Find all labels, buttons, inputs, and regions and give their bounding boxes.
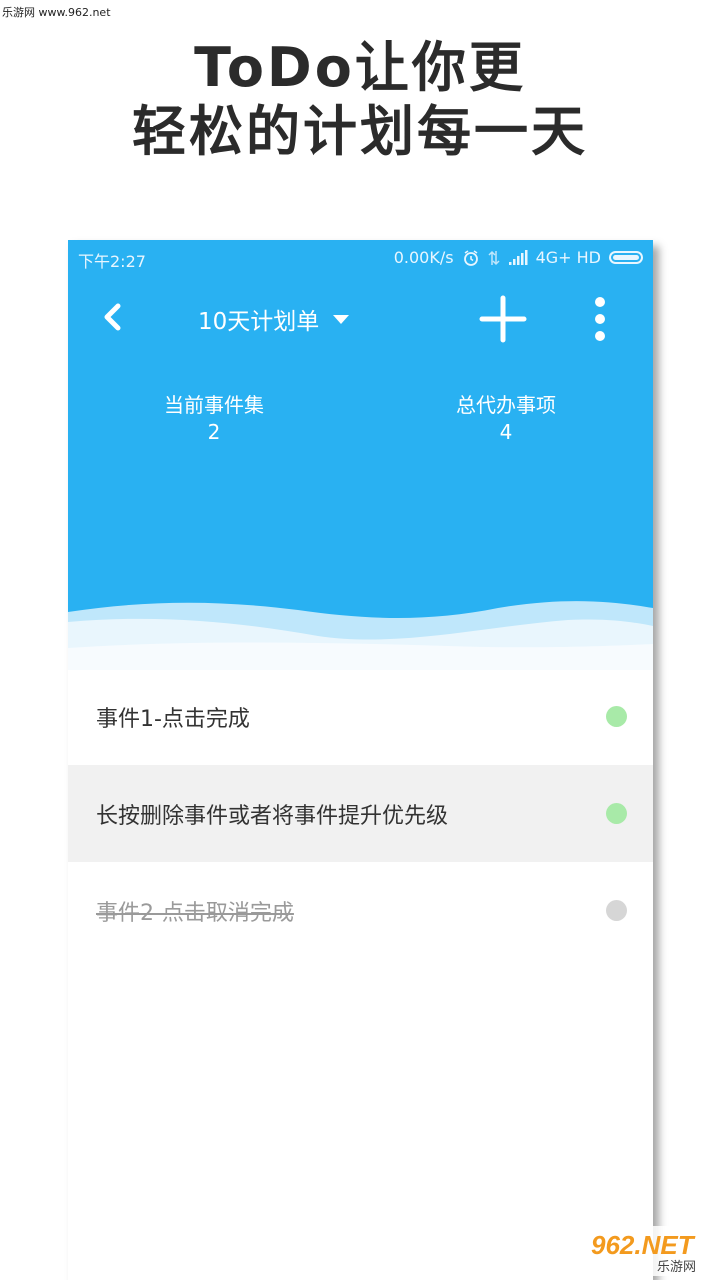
chevron-down-icon [333,314,350,324]
watermark-logo-text: 962.NET [591,1230,696,1260]
toolbar-title: 10天计划单 [198,309,320,335]
stat-label: 总代办事项 [456,393,556,417]
list-selector-dropdown[interactable]: 10天计划单 [198,302,350,336]
alarm-icon [463,249,478,266]
task-label: 事件1-点击完成 [96,706,250,732]
more-options-button[interactable] [588,294,612,344]
task-row[interactable]: 长按删除事件或者将事件提升优先级 [68,765,653,862]
watermark-logo: 962.NET 乐游网 [583,1226,715,1276]
network-type: 4G+ HD [535,248,601,267]
status-indicators: 0.00K/s 4G+ HD [394,248,643,267]
add-button[interactable] [478,294,528,344]
task-row[interactable]: 事件1-点击完成 [68,668,653,765]
stat-label: 当前事件集 [164,393,264,417]
status-bar: 下午2:27 0.00K/s 4G+ HD [68,240,653,274]
signal-icon [508,249,528,265]
headline-line-1: ToDo让你更 [194,36,526,99]
stat-current-sets: 当前事件集 2 [114,392,314,446]
watermark-text: 乐游网 www.962.net [2,6,111,19]
stat-total-todos: 总代办事项 4 [406,392,606,446]
stat-value: 4 [499,420,513,444]
status-dot-icon[interactable] [606,900,627,921]
phone-screen: 下午2:27 0.00K/s 4G+ HD 10天计划单 当前事件集 2 总代办… [68,240,653,1280]
task-label: 事件2-点击取消完成 [96,900,294,926]
status-time: 下午2:27 [78,252,146,271]
toolbar: 10天计划单 [68,288,653,348]
network-speed: 0.00K/s [393,248,454,267]
data-transfer-icon [488,250,500,265]
headline-line-2: 轻松的计划每一天 [132,100,588,163]
wave-decoration [68,601,653,670]
header-hero: 下午2:27 0.00K/s 4G+ HD 10天计划单 当前事件集 2 总代办… [68,240,653,670]
task-label: 长按删除事件或者将事件提升优先级 [96,803,449,829]
status-dot-icon[interactable] [606,706,627,727]
task-list: 事件1-点击完成 长按删除事件或者将事件提升优先级 事件2-点击取消完成 [68,668,653,959]
task-row-completed[interactable]: 事件2-点击取消完成 [68,862,653,959]
status-dot-icon[interactable] [606,803,627,824]
battery-icon [609,251,643,264]
stat-value: 2 [207,420,221,444]
back-button[interactable] [92,296,136,340]
watermark-logo-subtext: 乐游网 [657,1260,696,1275]
